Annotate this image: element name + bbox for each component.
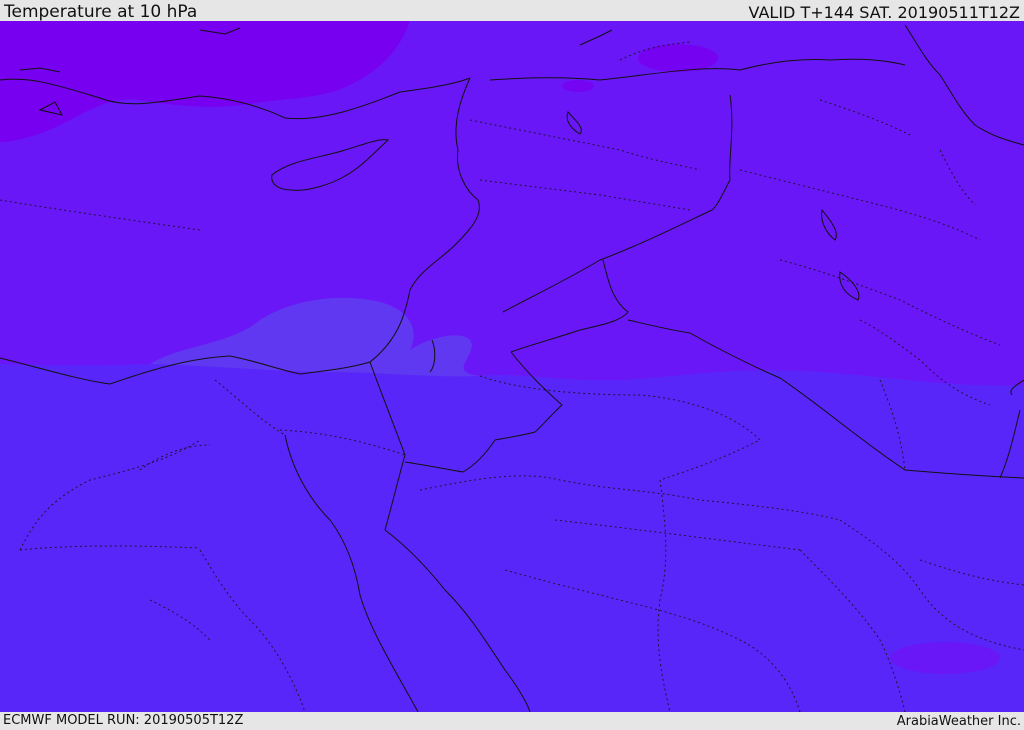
model-run-label: ECMWF MODEL RUN: 20190505T12Z xyxy=(3,713,244,728)
credit-label: ArabiaWeather Inc. xyxy=(896,714,1021,729)
map-title: Temperature at 10 hPa xyxy=(4,2,198,22)
footer-bar: ECMWF MODEL RUN: 20190505T12Z ArabiaWeat… xyxy=(0,712,1024,729)
header-bar: Temperature at 10 hPa VALID T+144 SAT. 2… xyxy=(0,0,1024,22)
warm-patch-small xyxy=(562,80,594,92)
warm-patch-north xyxy=(638,44,718,72)
valid-time: VALID T+144 SAT. 20190511T12Z xyxy=(748,3,1020,22)
weather-map[interactable] xyxy=(0,21,1024,712)
cool-patch-south xyxy=(890,642,1000,674)
map-canvas xyxy=(0,21,1024,712)
